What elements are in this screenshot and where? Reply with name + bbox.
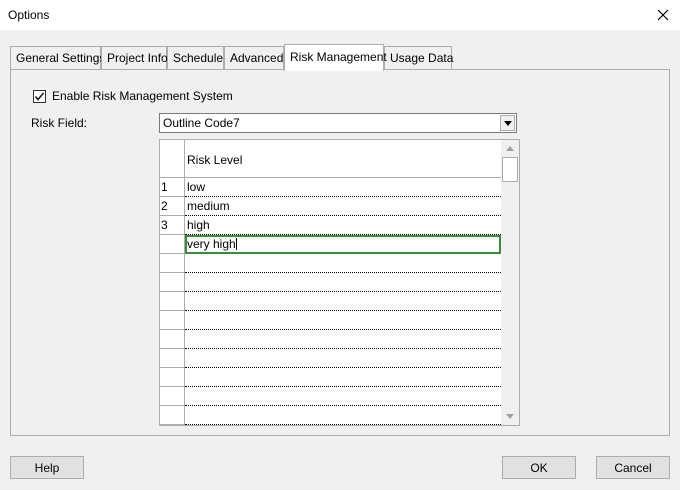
edit-text: very high xyxy=(187,237,236,251)
risk-level-cell[interactable] xyxy=(185,387,501,406)
risk-level-cell[interactable]: low xyxy=(185,178,501,197)
enable-risk-label: Enable Risk Management System xyxy=(52,89,233,103)
risk-level-cell[interactable] xyxy=(185,273,501,292)
risk-level-cell[interactable]: high xyxy=(185,216,501,235)
table-row[interactable] xyxy=(160,273,501,292)
checkmark-icon xyxy=(34,91,45,101)
table-row[interactable] xyxy=(160,387,501,406)
risk-level-cell[interactable] xyxy=(185,292,501,311)
table-row[interactable]: 1 low xyxy=(160,178,501,197)
grid-header: Risk Level xyxy=(160,140,501,178)
window-title: Options xyxy=(8,8,50,22)
table-row[interactable] xyxy=(160,330,501,349)
table-row[interactable] xyxy=(160,311,501,330)
row-number: 3 xyxy=(160,216,185,235)
tab-project-info[interactable]: Project Info xyxy=(101,46,168,69)
row-number xyxy=(160,273,185,292)
table-row[interactable] xyxy=(160,406,501,425)
row-number xyxy=(160,330,185,349)
risk-level-cell[interactable] xyxy=(185,330,501,349)
risk-field-dropdown-button[interactable] xyxy=(500,115,515,131)
row-number xyxy=(160,292,185,311)
row-number xyxy=(160,235,185,254)
title-bar: Options xyxy=(0,0,680,30)
scroll-thumb[interactable] xyxy=(502,157,518,182)
row-number: 1 xyxy=(160,178,185,197)
row-number xyxy=(160,349,185,368)
risk-level-cell[interactable] xyxy=(185,254,501,273)
row-number xyxy=(160,311,185,330)
chevron-down-icon xyxy=(503,120,512,126)
ok-button[interactable]: OK xyxy=(502,456,576,479)
table-row[interactable] xyxy=(160,368,501,387)
risk-level-cell[interactable] xyxy=(185,349,501,368)
table-row[interactable] xyxy=(160,292,501,311)
enable-risk-checkbox[interactable] xyxy=(33,89,46,103)
enable-risk-row[interactable]: Enable Risk Management System xyxy=(33,89,233,103)
risk-field-select[interactable]: Outline Code7 xyxy=(159,113,517,133)
table-row[interactable] xyxy=(160,254,501,273)
risk-level-cell[interactable] xyxy=(185,311,501,330)
risk-field-value: Outline Code7 xyxy=(163,116,240,130)
risk-level-edit-input[interactable]: very high xyxy=(185,235,501,254)
table-row[interactable]: 2 medium xyxy=(160,197,501,216)
table-row[interactable] xyxy=(160,349,501,368)
row-number xyxy=(160,254,185,273)
tab-general-settings[interactable]: General Settings xyxy=(10,46,105,69)
row-number: 2 xyxy=(160,197,185,216)
help-button[interactable]: Help xyxy=(10,456,84,479)
cancel-button[interactable]: Cancel xyxy=(596,456,670,479)
grid-vertical-scrollbar[interactable] xyxy=(501,140,519,425)
row-number xyxy=(160,406,185,425)
tab-schedule[interactable]: Schedule xyxy=(167,46,224,69)
text-caret xyxy=(235,238,237,250)
tab-risk-management[interactable]: Risk Management xyxy=(284,44,387,71)
risk-field-label: Risk Field: xyxy=(31,116,88,130)
close-button[interactable] xyxy=(646,0,680,30)
close-icon xyxy=(657,9,669,21)
risk-level-cell[interactable] xyxy=(185,406,501,425)
tab-usage-data[interactable]: Usage Data xyxy=(384,46,453,69)
row-number xyxy=(160,387,185,406)
risk-level-cell[interactable]: medium xyxy=(185,197,501,216)
row-number xyxy=(160,368,185,387)
risk-level-grid: Risk Level 1 low 2 medium 3 high very hi… xyxy=(159,139,520,426)
risk-level-cell[interactable] xyxy=(185,368,501,387)
table-row-editing[interactable]: very high xyxy=(160,235,501,254)
table-row[interactable]: 3 high xyxy=(160,216,501,235)
tab-advanced[interactable]: Advanced xyxy=(224,46,284,69)
chevron-up-icon xyxy=(506,146,514,151)
chevron-down-icon xyxy=(506,414,514,419)
scroll-down-button[interactable] xyxy=(501,408,519,425)
scroll-up-button[interactable] xyxy=(501,140,519,157)
risk-management-panel: Enable Risk Management System Risk Field… xyxy=(10,69,670,436)
column-header-risk-level: Risk Level xyxy=(187,153,243,167)
